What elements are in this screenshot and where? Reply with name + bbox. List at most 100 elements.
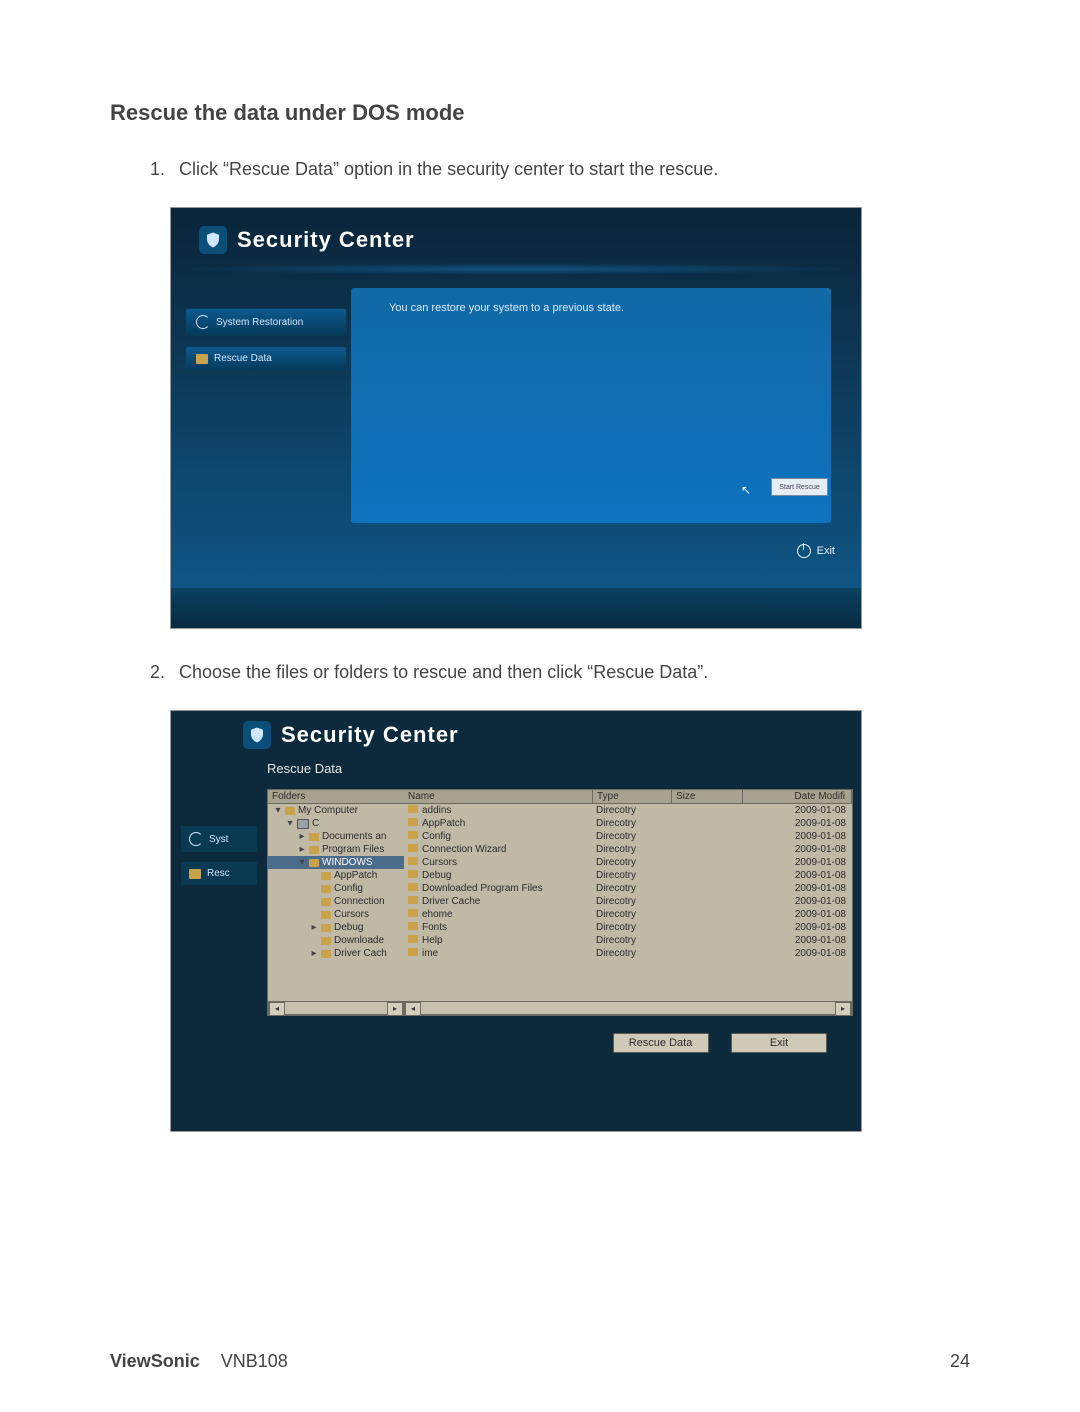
tree-item-label: AppPatch	[334, 870, 377, 881]
tree-item[interactable]: ▸Documents an	[268, 830, 404, 843]
power-icon	[797, 544, 811, 558]
cell-size	[670, 817, 740, 830]
tree-item[interactable]: ▾ My Computer	[268, 804, 404, 817]
tree-item-label: C	[312, 818, 319, 829]
column-name[interactable]: Name	[404, 790, 593, 803]
scroll-left-icon[interactable]: ◂	[405, 1002, 421, 1016]
file-list-row[interactable]: Downloaded Program FilesDirecotry2009-01…	[404, 882, 852, 895]
sidebar-item-rescue-data[interactable]: Rescue Data	[185, 346, 347, 371]
security-center-window-1: Security Center System Restoration Rescu…	[170, 207, 862, 629]
cell-date: 2009-01-08	[740, 882, 852, 895]
exit-label: Exit	[817, 545, 835, 557]
step-1-number: 1.	[150, 156, 174, 183]
folder-icon	[321, 911, 331, 919]
cell-type: Direcotry	[592, 830, 670, 843]
folder-tree[interactable]: Folders ▾My Computer▾C▸Documents an▸Prog…	[268, 790, 405, 1001]
list-hscrollbar[interactable]: ◂ ▸	[404, 1001, 852, 1015]
sidebar-item-rescue-data[interactable]: Resc	[181, 862, 257, 885]
app-title-text: Security Center	[237, 227, 415, 253]
tree-item-label: Connection	[334, 896, 385, 907]
security-center-window-2: Security Center Syst Resc Rescue Data Fo…	[170, 710, 862, 1132]
scroll-left-icon[interactable]: ◂	[269, 1002, 285, 1016]
expand-icon[interactable]: ▸	[298, 831, 306, 842]
sidebar-item-label: Syst	[209, 834, 228, 845]
cell-date: 2009-01-08	[740, 830, 852, 843]
scroll-right-icon[interactable]: ▸	[835, 1002, 851, 1016]
column-type[interactable]: Type	[593, 790, 672, 803]
tree-item-label: Driver Cach	[334, 948, 387, 959]
expand-icon[interactable]: ▸	[298, 844, 306, 855]
step-2: 2. Choose the files or folders to rescue…	[150, 659, 970, 686]
cell-type: Direcotry	[592, 817, 670, 830]
tree-item[interactable]: Cursors	[268, 908, 404, 921]
cell-type: Direcotry	[592, 804, 670, 817]
tree-hscrollbar[interactable]: ◂ ▸	[268, 1001, 404, 1015]
file-list-row[interactable]: CursorsDirecotry2009-01-08	[404, 856, 852, 869]
cell-date: 2009-01-08	[740, 843, 852, 856]
column-date[interactable]: Date Modifi	[743, 790, 852, 803]
file-list-row[interactable]: FontsDirecotry2009-01-08	[404, 921, 852, 934]
folder-icon	[408, 831, 418, 839]
shield-icon	[243, 721, 271, 749]
cell-name: Config	[404, 830, 592, 843]
file-list-row[interactable]: Connection WizardDirecotry2009-01-08	[404, 843, 852, 856]
folder-icon	[408, 818, 418, 826]
column-size[interactable]: Size	[672, 790, 743, 803]
start-rescue-button[interactable]: Start Rescue	[771, 478, 828, 496]
screenshot-security-center-browser: Security Center Syst Resc Rescue Data Fo…	[170, 710, 970, 1132]
cell-date: 2009-01-08	[740, 869, 852, 882]
tree-item[interactable]: ▾ WINDOWS	[268, 856, 404, 869]
shield-icon	[199, 226, 227, 254]
folder-icon	[321, 937, 331, 945]
file-list-row[interactable]: AppPatchDirecotry2009-01-08	[404, 817, 852, 830]
cell-type: Direcotry	[592, 869, 670, 882]
folder-icon	[408, 922, 418, 930]
folder-icon	[309, 846, 319, 854]
tree-item-label: My Computer	[298, 805, 358, 816]
expand-icon[interactable]: ▾	[286, 818, 294, 829]
expand-icon[interactable]: ▾	[274, 805, 282, 816]
cell-name: addins	[404, 804, 592, 817]
tree-item-label: WINDOWS	[322, 857, 373, 868]
tree-item[interactable]: Downloade	[268, 934, 404, 947]
sidebar-item-system-restoration[interactable]: Syst	[181, 826, 257, 852]
window-bottom-bar	[171, 588, 861, 628]
sidebar-item-system-restoration[interactable]: System Restoration	[185, 308, 347, 336]
expand-icon[interactable]: ▾	[298, 857, 306, 868]
tree-item[interactable]: ▾C	[268, 817, 404, 830]
file-list-row[interactable]: ehomeDirecotry2009-01-08	[404, 908, 852, 921]
cell-name: Fonts	[404, 921, 592, 934]
scroll-right-icon[interactable]: ▸	[387, 1002, 403, 1016]
folder-icon	[196, 354, 208, 364]
rescue-data-button[interactable]: Rescue Data	[613, 1033, 709, 1053]
decorative-glow	[171, 263, 861, 275]
file-list[interactable]: Name Type Size Date Modifi addinsDirecot…	[404, 790, 852, 1001]
file-list-row[interactable]: addinsDirecotry 2009-01-08	[404, 804, 852, 817]
tree-item[interactable]: ▸Program Files	[268, 843, 404, 856]
tree-item[interactable]: AppPatch	[268, 869, 404, 882]
file-list-row[interactable]: imeDirecotry2009-01-08	[404, 947, 852, 960]
folder-icon	[321, 950, 331, 958]
tree-item[interactable]: ▸Debug	[268, 921, 404, 934]
cell-size	[670, 869, 740, 882]
cell-name: Cursors	[404, 856, 592, 869]
tree-item[interactable]: Connection	[268, 895, 404, 908]
expand-icon[interactable]: ▸	[310, 948, 318, 959]
tree-item[interactable]: Config	[268, 882, 404, 895]
step-2-number: 2.	[150, 659, 174, 686]
cell-size	[670, 934, 740, 947]
app-title: Security Center	[243, 721, 459, 749]
exit-button[interactable]: Exit	[797, 544, 835, 558]
file-list-row[interactable]: DebugDirecotry2009-01-08	[404, 869, 852, 882]
sidebar-truncated: Syst Resc	[181, 826, 257, 895]
file-browser: Folders ▾My Computer▾C▸Documents an▸Prog…	[267, 789, 853, 1016]
file-list-row[interactable]: Driver CacheDirecotry2009-01-08	[404, 895, 852, 908]
file-list-row[interactable]: ConfigDirecotry 2009-01-08	[404, 830, 852, 843]
tree-item[interactable]: ▸ Driver Cach	[268, 947, 404, 960]
folder-icon	[321, 885, 331, 893]
file-list-row[interactable]: HelpDirecotry2009-01-08	[404, 934, 852, 947]
expand-icon[interactable]: ▸	[310, 922, 318, 933]
exit-button[interactable]: Exit	[731, 1033, 827, 1053]
cell-date: 2009-01-08	[740, 934, 852, 947]
cell-date: 2009-01-08	[740, 804, 852, 817]
